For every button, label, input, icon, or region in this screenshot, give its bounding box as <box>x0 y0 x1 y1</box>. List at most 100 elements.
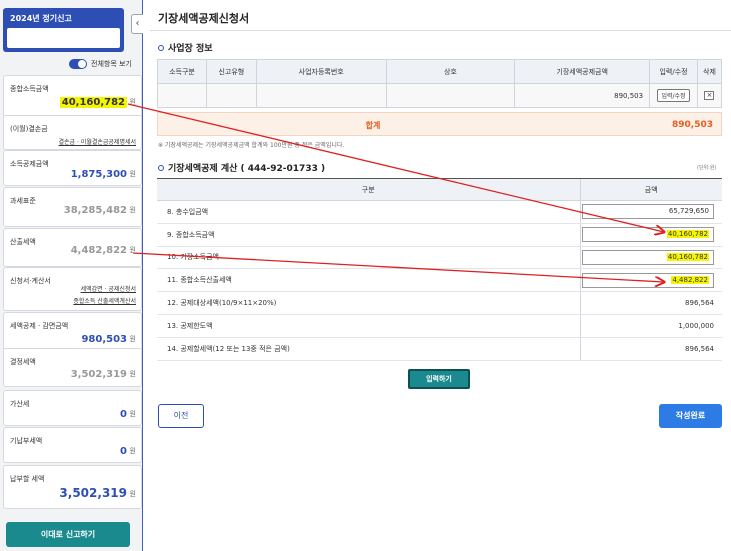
biz-header-income-type: 소득구분 <box>157 59 207 84</box>
calc-cell-calc-tax: 4,482,822 <box>579 268 722 293</box>
biz-header-delete: 삭제 <box>696 59 723 84</box>
bookkeeping-income-value: 40,160,782 <box>666 252 709 261</box>
calc-section-title-text: 기장세액공제 계산 ( 444-92-01733 ) <box>168 164 326 174</box>
card-calc-tax-label: 산출세액 <box>10 238 36 246</box>
biz-cell-name <box>385 83 516 108</box>
card-additional-tax-value[interactable]: 0 <box>120 409 127 420</box>
card-additional-tax-unit: 원 <box>129 410 136 418</box>
year-title: 2024년 정기신고 <box>10 14 72 23</box>
card-prepaid-tax-value[interactable]: 0 <box>120 446 127 457</box>
biz-header-report-type: 신고유형 <box>205 59 257 84</box>
card-tax-base-value: 38,285,482 <box>63 205 127 216</box>
card-tax-base-unit: 원 <box>129 206 136 214</box>
year-input[interactable] <box>7 28 120 48</box>
table-row: 13. 공제한도액 1,000,000 <box>157 314 722 338</box>
calc-table-header: 구분 금액 <box>157 178 722 201</box>
deficit-statement-link[interactable]: 결손금 · 이월결손금공제명세서 <box>59 137 136 146</box>
biz-cell-edit: 입력/수정 <box>649 83 698 108</box>
calc-label-limit: 13. 공제한도액 <box>157 314 580 338</box>
calc-value-limit: 1,000,000 <box>579 314 722 338</box>
card-income-value: 40,160,782 <box>59 97 127 108</box>
biz-header-name: 상호 <box>385 59 516 84</box>
calc-label-bookkeeping-income: 10. 기장소득금액 <box>157 246 580 270</box>
card-forms-label: 신청서·계산서 <box>10 277 51 285</box>
calc-header-amount: 금액 <box>579 178 722 201</box>
card-deduction-value[interactable]: 1,875,300 <box>71 169 127 180</box>
year-panel: 2024년 정기신고 <box>3 8 124 52</box>
total-income-input[interactable]: 40,160,782 <box>582 227 714 243</box>
toggle-switch[interactable] <box>69 59 87 69</box>
card-prepaid-tax-unit: 원 <box>129 447 136 455</box>
edit-button[interactable]: 입력/수정 <box>657 89 690 102</box>
total-revenue-input[interactable]: 65,729,650 <box>582 204 714 220</box>
card-forms: 신청서·계산서 세액감면 · 공제신청서 종합소득 산출세액계산서 <box>3 267 142 311</box>
card-deduction-label: 소득공제금액 <box>10 160 49 168</box>
card-deduction: 소득공제금액 1,875,300 원 <box>3 150 142 186</box>
card-payable-tax: 납부할 세액 3,502,319 원 <box>3 465 142 509</box>
sum-value: 890,503 <box>672 120 713 130</box>
biz-cell-amount: 890,503 <box>514 83 651 108</box>
card-tax-base: 과세표준 38,285,482 원 <box>3 187 142 227</box>
credit-note: ※ 기장세액공제는 기장세액공제금액 합계와 100만원 중 적은 금액입니다. <box>158 142 345 149</box>
calc-cell-bookkeeping-income: 40,160,782 <box>579 246 722 270</box>
card-credit-unit: 원 <box>129 335 136 343</box>
calc-cell-total-income: 40,160,782 <box>579 223 722 247</box>
biz-cell-delete: × <box>696 83 723 108</box>
calc-label-credit-amount: 14. 공제할세액(12 또는 13중 적은 금액) <box>157 337 580 361</box>
card-payable-tax-value: 3,502,319 <box>59 486 127 500</box>
complete-button[interactable]: 작성완료 <box>659 404 722 428</box>
card-income-label: 종합소득금액 <box>10 85 49 93</box>
biz-cell-report-type <box>205 83 257 108</box>
card-credit-label: 세액공제 · 감면금액 <box>10 322 69 330</box>
credit-application-link[interactable]: 세액감면 · 공제신청서 <box>81 284 136 293</box>
card-deduction-unit: 원 <box>129 170 136 178</box>
table-row: 14. 공제할세액(12 또는 13중 적은 금액) 896,564 <box>157 337 722 361</box>
card-additional-tax: 가산세 0 원 <box>3 390 142 426</box>
sidebar-collapse-button[interactable]: ‹ <box>131 14 143 34</box>
card-prepaid-tax-label: 기납부세액 <box>10 437 43 445</box>
calc-header-item: 구분 <box>157 178 580 201</box>
biz-cell-income-type <box>157 83 207 108</box>
tax-calculation-link[interactable]: 종합소득 산출세액계산서 <box>73 296 136 305</box>
section-bullet-icon <box>158 44 164 51</box>
toggle-label: 전체항목 보기 <box>91 60 132 68</box>
table-row: 8. 총수입금액 65,729,650 <box>157 200 722 224</box>
biz-header-amount: 기장세액공제금액 <box>514 59 651 84</box>
card-payable-tax-unit: 원 <box>129 490 136 498</box>
table-row: 890,503 입력/수정 × <box>157 83 723 108</box>
calc-value-credit-amount: 896,564 <box>579 337 722 361</box>
calc-section-title: 기장세액공제 계산 ( 444-92-01733 ) <box>158 161 325 174</box>
card-prepaid-tax: 기납부세액 0 원 <box>3 427 142 463</box>
calc-label-total-revenue: 8. 총수입금액 <box>157 200 580 224</box>
card-determined-unit: 원 <box>129 370 136 378</box>
calc-label-total-income: 9. 종합소득금액 <box>157 223 580 247</box>
calc-tax-input[interactable]: 4,482,822 <box>582 272 714 288</box>
card-credit-value[interactable]: 980,503 <box>81 334 127 345</box>
calc-tax-value: 4,482,822 <box>671 275 709 284</box>
card-calc-tax-value: 4,482,822 <box>70 245 127 256</box>
bookkeeping-income-input[interactable]: 40,160,782 <box>582 249 714 265</box>
unit-note: (단위:원) <box>697 165 717 171</box>
enter-button[interactable]: 입력하기 <box>408 369 470 389</box>
calc-label-calc-tax: 11. 종합소득산출세액 <box>157 268 580 293</box>
calc-label-eligible-tax: 12. 공제대상세액(10/9×11×20%) <box>157 291 580 315</box>
delete-icon[interactable]: × <box>704 91 715 100</box>
card-deficit-label: (이월)결손금 <box>10 125 48 133</box>
card-payable-tax-label: 납부할 세액 <box>10 475 45 483</box>
sidebar: 2024년 정기신고 전체항목 보기 종합소득금액 40,160,782 원 (… <box>0 0 143 551</box>
calc-value-eligible-tax: 896,564 <box>579 291 722 315</box>
table-row: 11. 종합소득산출세액 4,482,822 <box>157 268 722 293</box>
table-row: 12. 공제대상세액(10/9×11×20%) 896,564 <box>157 291 722 315</box>
prev-button[interactable]: 이전 <box>158 404 204 428</box>
report-as-is-button[interactable]: 이대로 신고하기 <box>6 522 130 547</box>
total-income-value: 40,160,782 <box>666 230 709 239</box>
biz-section-title-text: 사업장 정보 <box>168 44 213 54</box>
show-all-toggle-row[interactable]: 전체항목 보기 <box>69 59 132 69</box>
credit-calc-table: 구분 금액 8. 총수입금액 65,729,650 9. 종합소득금액 40,1… <box>157 178 722 361</box>
card-determined: 결정세액 3,502,319 원 <box>3 348 142 387</box>
card-deficit: (이월)결손금 결손금 · 이월결손금공제명세서 <box>3 115 142 150</box>
biz-header-reg-no: 사업자등록번호 <box>255 59 387 84</box>
biz-header-edit: 입력/수정 <box>649 59 698 84</box>
card-additional-tax-label: 가산세 <box>10 400 30 408</box>
biz-table-header: 소득구분 신고유형 사업자등록번호 상호 기장세액공제금액 입력/수정 삭제 <box>157 59 723 84</box>
